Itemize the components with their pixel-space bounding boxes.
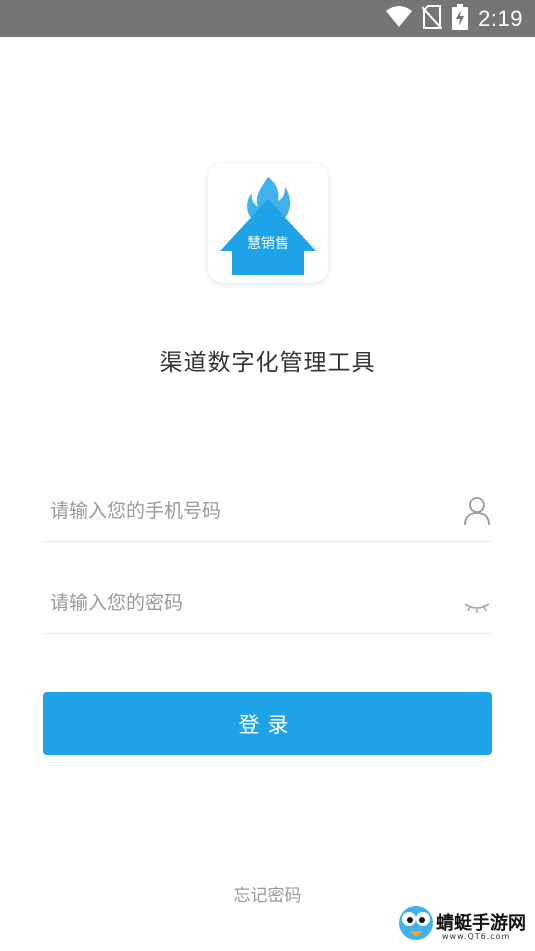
eye-closed-icon[interactable] (464, 588, 490, 618)
phone-field (42, 481, 492, 542)
watermark: 蜻蜓手游网 www.QT6.com (394, 897, 529, 949)
password-field (42, 573, 492, 634)
battery-charging-icon (452, 3, 469, 34)
password-input[interactable] (50, 573, 450, 633)
logo-text: 慧销售 (247, 236, 289, 252)
login-button[interactable]: 登录 (43, 692, 492, 755)
status-time: 2:19 (478, 5, 523, 31)
status-bar: 2:19 (0, 0, 535, 37)
dragonfly-mascot-icon (399, 906, 433, 940)
wifi-icon (386, 5, 413, 32)
app-logo: 慧销售 (208, 163, 328, 283)
status-icons: 2:19 (386, 0, 523, 37)
app-tagline: 渠道数字化管理工具 (159, 350, 376, 376)
phone-input[interactable] (50, 481, 450, 541)
user-icon (464, 496, 490, 526)
no-sim-icon (421, 4, 443, 33)
watermark-url: www.QT6.com (442, 932, 511, 941)
flame-house-icon (220, 177, 316, 275)
